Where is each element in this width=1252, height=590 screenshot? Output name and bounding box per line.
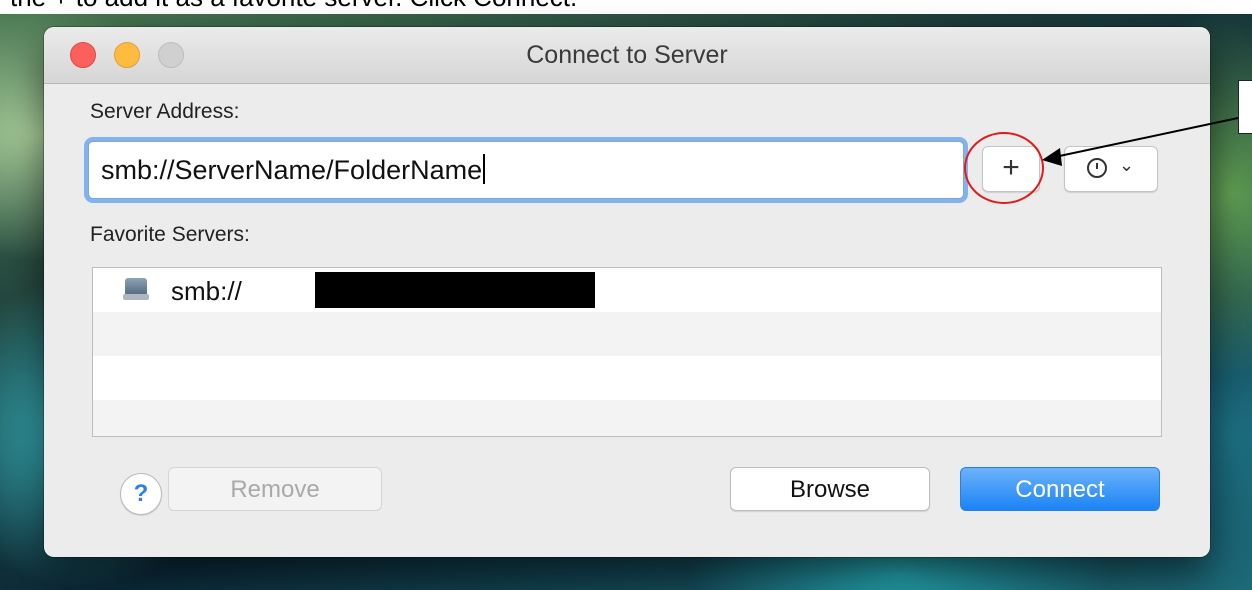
annotation-circle xyxy=(964,132,1044,204)
instruction-text: the + to add it as a favorite server. Cl… xyxy=(10,0,577,13)
server-address-input[interactable]: smb://ServerName/FolderName xyxy=(101,154,486,186)
connect-to-server-dialog: Connect to Server Server Address: smb://… xyxy=(44,27,1210,557)
list-item-empty xyxy=(93,312,1161,356)
redaction-bar xyxy=(315,272,595,308)
server-icon xyxy=(123,278,149,300)
favorite-servers-list[interactable]: smb:// xyxy=(92,267,1162,437)
remove-button: Remove xyxy=(168,467,382,511)
clock-icon xyxy=(1087,158,1107,178)
text-caret xyxy=(483,154,486,184)
list-item-empty xyxy=(93,356,1161,400)
list-item[interactable]: smb:// xyxy=(93,268,1161,312)
window-title: Connect to Server xyxy=(526,41,728,69)
server-address-field[interactable]: smb://ServerName/FolderName xyxy=(88,141,964,199)
title-bar: Connect to Server xyxy=(44,27,1210,84)
server-address-label: Server Address: xyxy=(90,100,240,123)
connect-button[interactable]: Connect xyxy=(960,467,1160,511)
favorite-servers-label: Favorite Servers: xyxy=(90,223,250,246)
help-button[interactable]: ? xyxy=(120,473,162,515)
document-instruction-strip: the + to add it as a favorite server. Cl… xyxy=(0,0,1252,14)
server-address-value: smb://ServerName/FolderName xyxy=(101,155,483,185)
recent-servers-button[interactable]: ⌄ xyxy=(1064,146,1158,192)
list-item-empty xyxy=(93,400,1161,436)
browse-button[interactable]: Browse xyxy=(730,467,930,511)
favorite-server-address: smb:// xyxy=(171,276,242,306)
chevron-down-icon: ⌄ xyxy=(1119,155,1135,175)
annotation-label-box xyxy=(1238,80,1252,134)
